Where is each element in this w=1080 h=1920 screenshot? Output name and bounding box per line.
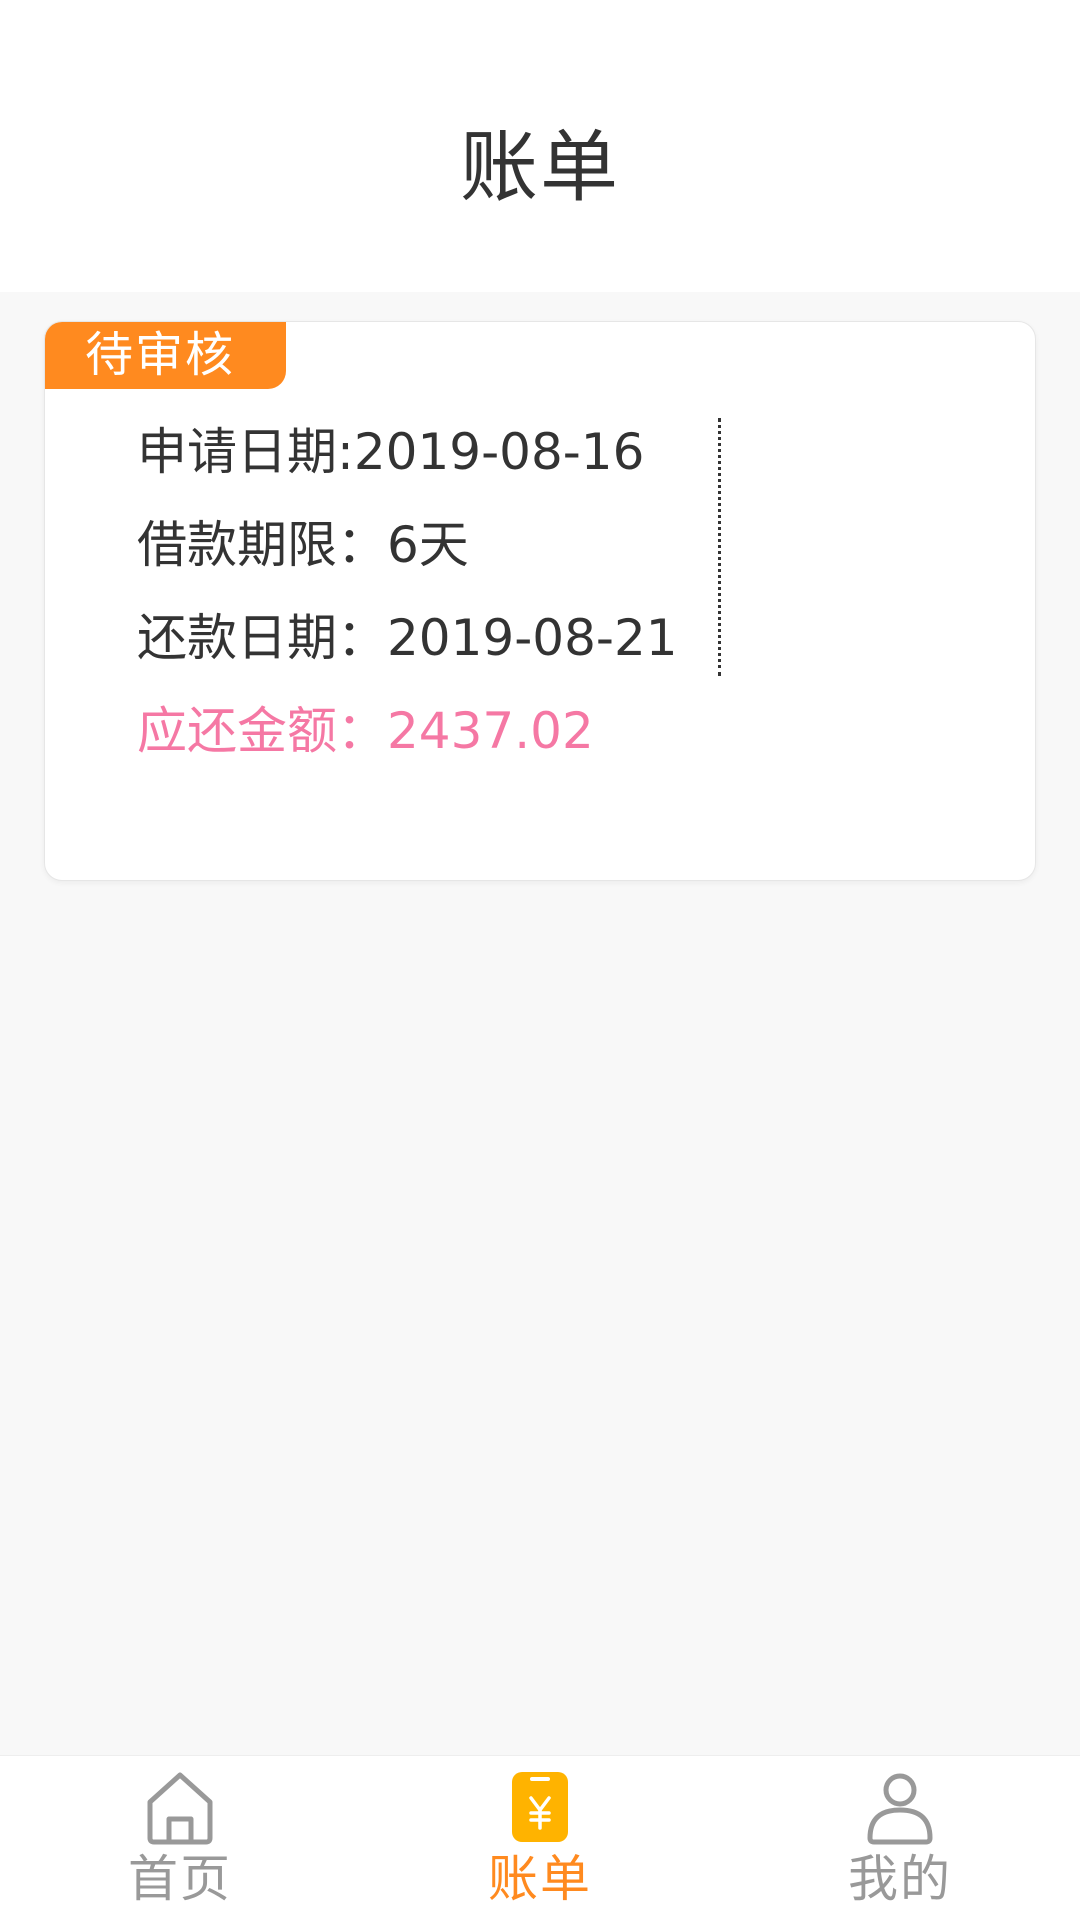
repay-date: 还款日期：2019-08-21	[137, 609, 678, 667]
dotted-divider	[718, 418, 721, 676]
tab-bar: 首页 账单 我的	[0, 1755, 1080, 1920]
tab-bill-label: 账单	[488, 1850, 592, 1908]
tab-mine-label: 我的	[848, 1850, 952, 1908]
amount-due: 应还金额：2437.02	[137, 702, 594, 760]
home-icon	[147, 1772, 213, 1845]
apply-date: 申请日期:2019-08-16	[137, 423, 645, 481]
status-badge: 待审核	[45, 322, 286, 389]
tab-home[interactable]: 首页	[0, 1756, 360, 1920]
header: 账单	[0, 0, 1080, 292]
tab-bill[interactable]: 账单	[360, 1756, 720, 1920]
page-title: 账单	[459, 123, 620, 213]
loan-term: 借款期限：6天	[137, 516, 469, 574]
tab-mine[interactable]: 我的	[720, 1756, 1080, 1920]
bill-icon	[512, 1772, 568, 1842]
user-icon	[867, 1773, 933, 1845]
tab-home-label: 首页	[128, 1850, 232, 1908]
bill-card[interactable]: 待审核 申请日期:2019-08-16 借款期限：6天 还款日期：2019-08…	[44, 321, 1036, 881]
